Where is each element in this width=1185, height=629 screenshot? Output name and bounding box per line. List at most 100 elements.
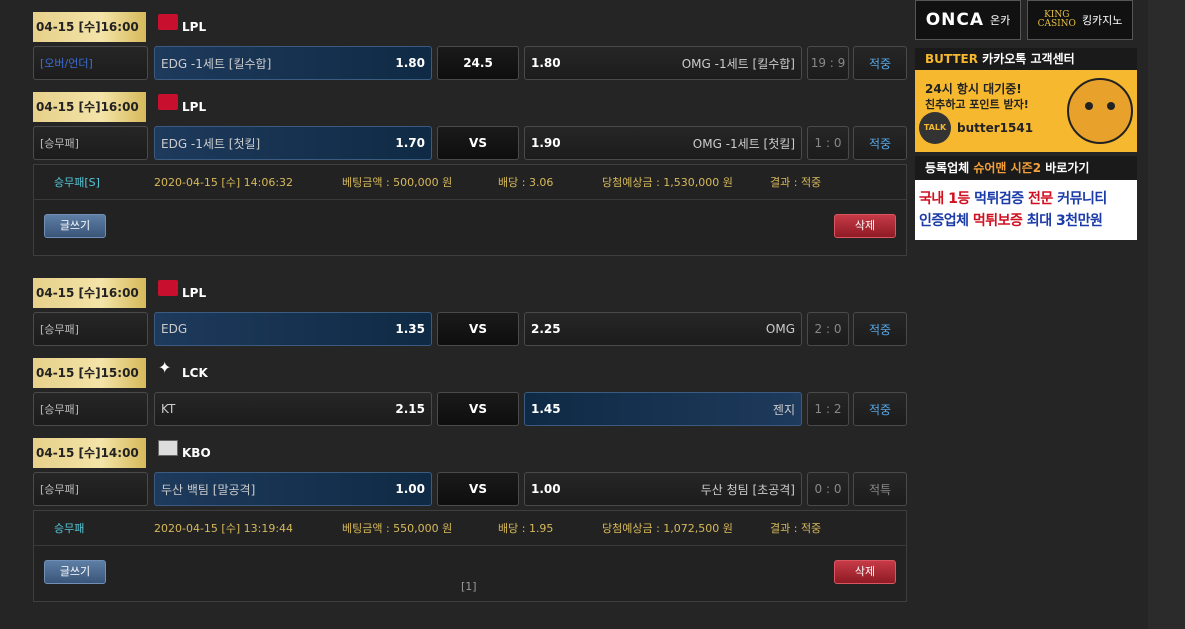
away-pick[interactable]: 1.80 OMG -1세트 [킬수합] — [524, 46, 802, 80]
sure-l1-a: 국내 1등 — [919, 191, 975, 207]
handicap-value: VS — [437, 392, 519, 426]
game-score: 1 : 2 — [807, 392, 849, 426]
butter-id: butter1541 — [957, 121, 1034, 135]
sure-l1-c: 전문 — [1023, 191, 1058, 207]
league-name: LCK — [182, 366, 208, 380]
lck-logo-icon: ✦ — [158, 358, 172, 377]
bet-expected: 당첨예상금 : 1,072,500 원 — [602, 522, 733, 535]
home-team: EDG — [161, 322, 188, 336]
delete-button[interactable]: 삭제 — [834, 214, 896, 238]
home-pick[interactable]: 두산 백팀 [말공격] 1.00 — [154, 472, 432, 506]
king-casino-banner[interactable]: KING CASINO 킹카지노 — [1027, 0, 1133, 40]
bet-result: 결과 : 적중 — [770, 176, 822, 189]
bet-group-2: 04-15 [수]16:00 LPL [승무패] EDG 1.35 VS 2.25 OMG 2 … — [33, 278, 907, 602]
pagination[interactable]: [1] — [461, 580, 477, 593]
bet-type: [승무패] — [33, 392, 148, 426]
game-row: [승무패] EDG -1세트 [첫킬] 1.70 VS 1.90 OMG -1세트 [첫킬… — [33, 126, 907, 160]
game-row: [승무패] EDG 1.35 VS 2.25 OMG 2 : 0 적중 — [33, 312, 907, 346]
league: ✦ LCK — [158, 358, 208, 388]
handicap-value: VS — [437, 312, 519, 346]
sure-title-3: 바로가기 — [1041, 161, 1090, 175]
home-odds: 1.35 — [395, 322, 425, 336]
league: LPL — [158, 92, 206, 122]
bear-mascot-icon — [1067, 78, 1133, 144]
away-pick[interactable]: 1.45 젠지 — [524, 392, 802, 426]
king-casino-logo: KING CASINO — [1038, 11, 1076, 29]
home-pick[interactable]: EDG 1.35 — [154, 312, 432, 346]
away-pick[interactable]: 1.90 OMG -1세트 [첫킬] — [524, 126, 802, 160]
home-odds: 2.15 — [395, 402, 425, 416]
home-pick[interactable]: KT 2.15 — [154, 392, 432, 426]
write-button[interactable]: 글쓰기 — [44, 214, 106, 238]
sureman-line2: 인증업체 먹튀보증 최대 3천만원 — [919, 210, 1103, 230]
sure-l1-b: 먹튀검증 — [974, 191, 1024, 207]
league: KBO — [158, 438, 211, 468]
away-team: 두산 청팀 [초공격] — [700, 482, 795, 497]
league: LPL — [158, 278, 206, 308]
game-score: 0 : 0 — [807, 472, 849, 506]
bet-group-1: 04-15 [수]16:00 LPL [오버/언더] EDG -1세트 [킬수합] 1.… — [33, 12, 907, 256]
league-name: LPL — [182, 100, 207, 114]
away-pick[interactable]: 1.00 두산 청팀 [초공격] — [524, 472, 802, 506]
bet-amount: 베팅금액 : 550,000 원 — [342, 522, 453, 535]
bet-time: 2020-04-15 [수] 14:06:32 — [154, 176, 294, 189]
game-score: 19 : 9 — [807, 46, 849, 80]
home-pick[interactable]: EDG -1세트 [킬수합] 1.80 — [154, 46, 432, 80]
game-date: 04-15 [수]16:00 — [33, 12, 146, 42]
kbo-logo-icon — [158, 440, 178, 456]
league-name: LPL — [182, 286, 207, 300]
game-row: [승무패] KT 2.15 VS 1.45 젠지 1 : 2 적중 — [33, 392, 907, 426]
home-team: EDG -1세트 [첫킬] — [161, 136, 261, 151]
bet-info: 승무패 2020-04-15 [수] 13:19:44 베팅금액 : 550,000… — [34, 511, 906, 545]
bet-actions: 글쓰기 삭제 — [34, 199, 906, 255]
bet-type: [오버/언더] — [33, 46, 148, 80]
game-date: 04-15 [수]16:00 — [33, 278, 146, 308]
result-badge: 적중 — [853, 46, 907, 80]
away-pick[interactable]: 2.25 OMG — [524, 312, 802, 346]
sure-l1-d: 커뮤니티 — [1057, 191, 1107, 207]
result-badge: 적중 — [853, 126, 907, 160]
butter-title: BUTTER 카카오톡 고객센터 — [915, 48, 1137, 70]
game-row: [오버/언더] EDG -1세트 [킬수합] 1.80 24.5 1.80 OMG -1세… — [33, 46, 907, 80]
bet-summary: 승무패[S] 2020-04-15 [수] 14:06:32 베팅금액 : 500,… — [33, 164, 907, 256]
sure-l2-a: 인증업체 — [919, 213, 973, 229]
sureman-banner[interactable]: 등록업체 슈어맨 시즌2 바로가기 국내 1등 먹튀검증 전문 커뮤니티 인증업… — [915, 156, 1137, 240]
bet-type: [승무패] — [33, 472, 148, 506]
game-date: 04-15 [수]14:00 — [33, 438, 146, 468]
home-odds: 1.80 — [395, 56, 425, 70]
league-name: LPL — [182, 20, 207, 34]
handicap-value: VS — [437, 472, 519, 506]
league: LPL — [158, 12, 206, 42]
game-header: 04-15 [수]14:00 KBO — [33, 438, 907, 468]
home-team: KT — [161, 402, 176, 416]
away-team: OMG -1세트 [첫킬] — [692, 136, 795, 151]
game-date: 04-15 [수]15:00 — [33, 358, 146, 388]
butter-title-text: 카카오톡 고객센터 — [982, 52, 1075, 66]
game-row: [승무패] 두산 백팀 [말공격] 1.00 VS 1.00 두산 청팀 [초공격] 0 :… — [33, 472, 907, 506]
onca-logo: ONCA — [925, 10, 985, 30]
away-odds: 2.25 — [531, 322, 561, 336]
sureman-line1: 국내 1등 먹튀검증 전문 커뮤니티 — [919, 188, 1107, 208]
home-team: EDG -1세트 [킬수합] — [161, 56, 272, 71]
kakao-talk-icon: TALK — [919, 112, 951, 144]
sure-l2-b: 먹튀보증 — [972, 213, 1023, 229]
game-header: 04-15 [수]16:00 LPL — [33, 92, 907, 122]
handicap-value: VS — [437, 126, 519, 160]
write-button[interactable]: 글쓰기 — [44, 560, 106, 584]
butter-banner[interactable]: BUTTER 카카오톡 고객센터 24시 항시 대기중! 친추하고 포인트 받자… — [915, 48, 1137, 152]
away-odds: 1.00 — [531, 482, 561, 496]
away-team: 젠지 — [772, 402, 795, 417]
king-casino-label: 킹카지노 — [1081, 14, 1123, 27]
away-odds: 1.80 — [531, 56, 561, 70]
home-team: 두산 백팀 [말공격] — [161, 482, 256, 497]
sure-title-1: 등록업체 — [925, 161, 974, 175]
away-team: OMG -1세트 [킬수합] — [681, 56, 795, 71]
home-pick[interactable]: EDG -1세트 [첫킬] 1.70 — [154, 126, 432, 160]
lpl-logo-icon — [158, 94, 178, 110]
sure-l2-c: 최대 3천만원 — [1022, 213, 1103, 229]
delete-button[interactable]: 삭제 — [834, 560, 896, 584]
butter-line1: 24시 항시 대기중! — [925, 82, 1022, 96]
game-header: 04-15 [수]16:00 LPL — [33, 278, 907, 308]
bet-type: [승무패] — [33, 126, 148, 160]
onca-banner[interactable]: ONCA 온카 — [915, 0, 1021, 40]
